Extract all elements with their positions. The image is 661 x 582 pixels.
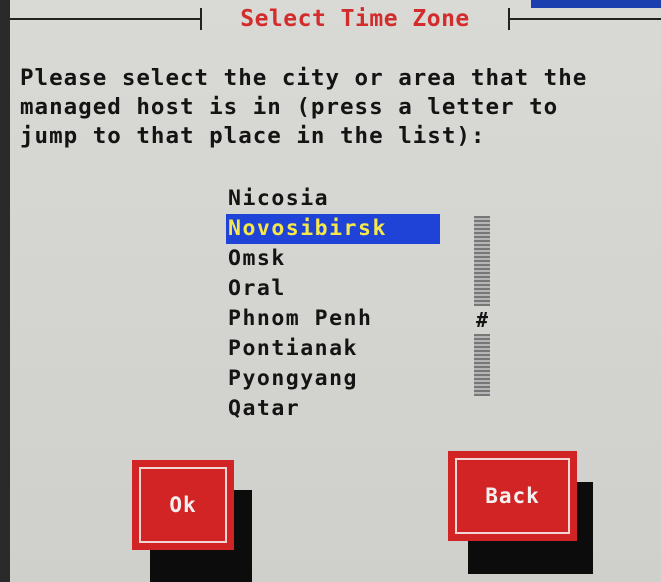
scrollbar-track-lower[interactable]: [474, 334, 490, 396]
dialog-frame-tick-left: [200, 8, 202, 30]
background-strip: [531, 0, 661, 8]
list-item[interactable]: Omsk: [226, 244, 456, 274]
installer-screen: Select Time Zone Please select the city …: [0, 0, 661, 582]
dialog-frame-top-left: [10, 18, 200, 20]
list-scrollbar[interactable]: #: [474, 216, 490, 396]
scrollbar-track-upper[interactable]: [474, 216, 490, 306]
list-item[interactable]: Qatar: [226, 394, 456, 424]
list-item-selected[interactable]: Novosibirsk: [226, 214, 440, 244]
ok-button-label[interactable]: Ok: [139, 467, 227, 543]
instructions-line: Please select the city or area that the: [20, 65, 588, 91]
list-item[interactable]: Pyongyang: [226, 364, 456, 394]
list-item[interactable]: Phnom Penh: [226, 304, 456, 334]
scrollbar-thumb[interactable]: #: [474, 308, 490, 332]
back-button[interactable]: Back: [448, 451, 577, 541]
back-button-label[interactable]: Back: [455, 458, 570, 534]
instructions-line: managed host is in (press a letter to: [20, 94, 559, 120]
dialog-frame-top-right: [510, 18, 661, 20]
dialog-title: Select Time Zone: [240, 6, 470, 32]
timezone-list[interactable]: Nicosia Novosibirsk Omsk Oral Phnom Penh…: [226, 184, 456, 424]
instructions-text: Please select the city or area that the …: [20, 64, 655, 151]
screen-bezel: [0, 0, 10, 582]
instructions-line: jump to that place in the list):: [20, 123, 486, 149]
list-item[interactable]: Nicosia: [226, 184, 456, 214]
list-item[interactable]: Pontianak: [226, 334, 456, 364]
ok-button[interactable]: Ok: [132, 460, 234, 550]
list-item[interactable]: Oral: [226, 274, 456, 304]
